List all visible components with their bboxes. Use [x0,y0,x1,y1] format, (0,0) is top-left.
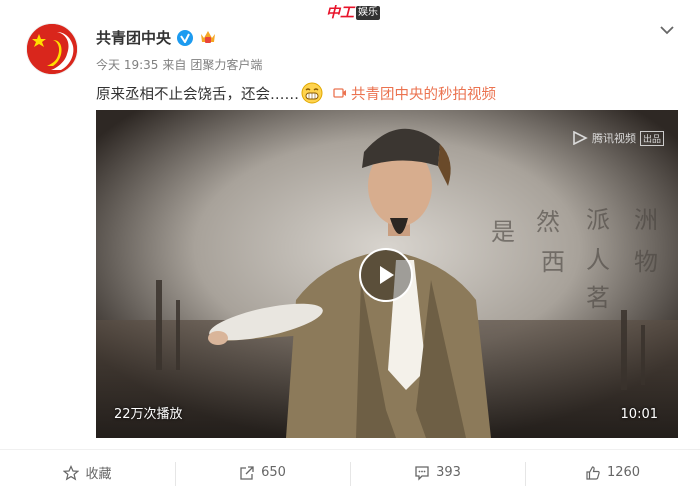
bg-char: 是 [491,218,515,246]
brand-name: 腾讯视频 [591,132,636,145]
watermark: 中工 娱乐 [326,5,380,21]
star-icon [63,464,80,480]
action-bar: 收藏 650 393 1260 [0,449,700,495]
author-row: 共青团中央 [96,27,217,48]
avatar[interactable] [26,23,78,75]
video-link-icon [333,88,346,98]
source-prefix: 来自 [162,58,187,72]
video-player[interactable]: 是 然 派 洲 西 人 物 茗 腾讯视频 出品 22万次播放 10:01 [96,110,678,438]
grin-emoji-icon [301,82,323,104]
bg-char: 洲 [634,206,658,234]
comment-icon [415,465,429,481]
bg-char: 派 [586,206,610,234]
video-link-label: 共青团中央的秒拍视频 [351,86,496,103]
repost-count: 650 [261,465,286,480]
brand-logo-icon [573,131,588,145]
video-link[interactable]: 共青团中央的秒拍视频 [333,83,496,104]
post-meta: 今天 19:35 来自 团聚力客户端 [96,56,262,73]
thumbs-up-icon [586,465,600,480]
play-icon [380,266,394,284]
brand-tag: 出品 [639,130,664,146]
comment-count: 393 [436,465,461,480]
post-header: 共青团中央 今天 19:35 来自 团聚力客户端 [26,23,680,83]
favorite-button[interactable]: 收藏 [0,450,175,495]
video-duration: 10:01 [620,407,658,422]
author-name[interactable]: 共青团中央 [96,27,171,48]
verified-icon [177,29,194,46]
like-button[interactable]: 1260 [525,450,700,495]
post-source[interactable]: 团聚力客户端 [190,56,262,73]
like-count: 1260 [606,465,641,480]
bg-char: 西 [541,248,565,276]
post-content: 原来丞相不止会饶舌，还会…… 共青团中央的秒拍视频 [96,82,496,104]
play-button[interactable] [359,248,413,302]
repost-button[interactable]: 650 [175,450,350,495]
bg-char: 茗 [586,284,610,312]
bg-char: 然 [536,208,560,236]
brand-watermark: 腾讯视频 出品 [572,130,664,146]
view-count: 22万次播放 [114,407,183,422]
comment-button[interactable]: 393 [350,450,525,495]
watermark-box: 娱乐 [356,6,380,20]
favorite-label: 收藏 [85,467,112,482]
chevron-down-icon[interactable] [658,23,676,37]
post-time[interactable]: 今天 19:35 [96,56,158,73]
post-text: 原来丞相不止会饶舌，还会…… [96,86,299,103]
bg-char: 物 [634,248,658,276]
share-icon [240,465,254,480]
bg-char: 人 [586,246,610,274]
crown-badge-icon[interactable] [199,28,217,48]
watermark-script: 中工 [326,5,354,21]
